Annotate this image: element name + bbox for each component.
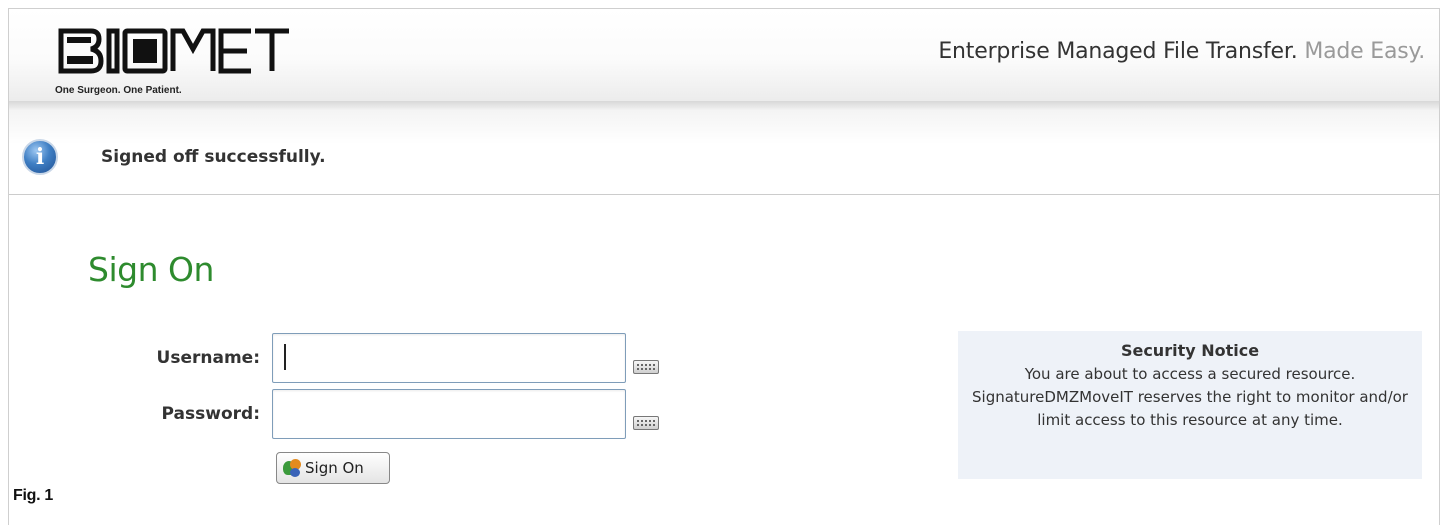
text-caret: [284, 344, 286, 370]
security-notice-body: You are about to access a secured resour…: [972, 365, 1408, 429]
password-input[interactable]: [272, 389, 626, 439]
slogan-main: Enterprise Managed File Transfer.: [938, 39, 1298, 64]
password-label: Password:: [161, 404, 260, 424]
status-message: Signed off successfully.: [101, 147, 326, 167]
sign-on-button-label: Sign On: [305, 459, 364, 477]
slogan-muted: Made Easy.: [1304, 39, 1425, 64]
security-notice: Security Notice You are about to access …: [958, 331, 1422, 479]
signon-icon: [283, 459, 301, 477]
header-divider: [9, 101, 1439, 111]
keyboard-icon[interactable]: [633, 360, 659, 374]
security-notice-title: Security Notice: [1120, 341, 1260, 360]
info-icon: i: [22, 139, 58, 175]
status-message-bar: i Signed off successfully.: [9, 111, 1439, 195]
header-slogan: Enterprise Managed File Transfer. Made E…: [938, 39, 1425, 64]
header: One Surgeon. One Patient. Enterprise Man…: [9, 9, 1439, 101]
keyboard-icon[interactable]: [633, 416, 659, 430]
biomet-logo[interactable]: One Surgeon. One Patient.: [55, 23, 295, 103]
figure-label: Fig. 1: [13, 487, 53, 504]
biomet-logo-mark: [58, 28, 289, 74]
sign-on-button[interactable]: Sign On: [276, 452, 390, 484]
page-title: Sign On: [88, 250, 214, 289]
logo-tagline: One Surgeon. One Patient.: [55, 85, 182, 96]
username-label: Username:: [156, 348, 260, 368]
username-input[interactable]: [272, 333, 626, 383]
